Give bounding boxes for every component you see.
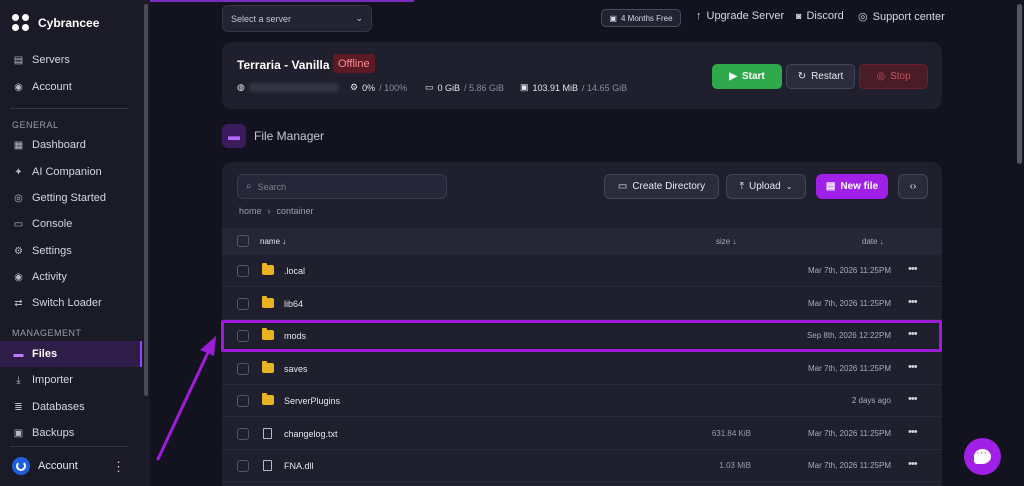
chat-button[interactable]: [964, 438, 1001, 475]
page-scrollbar[interactable]: [1017, 4, 1022, 164]
chat-icon: [974, 447, 991, 464]
annotation-arrow: [156, 336, 216, 461]
